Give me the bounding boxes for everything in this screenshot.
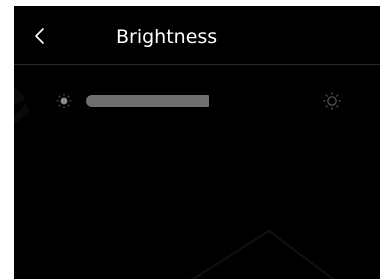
divider (14, 64, 380, 65)
chevron-left-icon[interactable] (28, 24, 52, 48)
sun-small-icon (56, 93, 72, 109)
page-title: Brightness (116, 26, 218, 48)
decorative-triangle (191, 229, 335, 279)
brightness-slider[interactable] (86, 95, 322, 107)
brightness-row (14, 86, 380, 116)
brightness-slider-fill (86, 95, 209, 107)
header: Brightness (14, 6, 380, 64)
brightness-screen: e Brightness (14, 6, 380, 279)
sun-large-icon (322, 91, 342, 111)
